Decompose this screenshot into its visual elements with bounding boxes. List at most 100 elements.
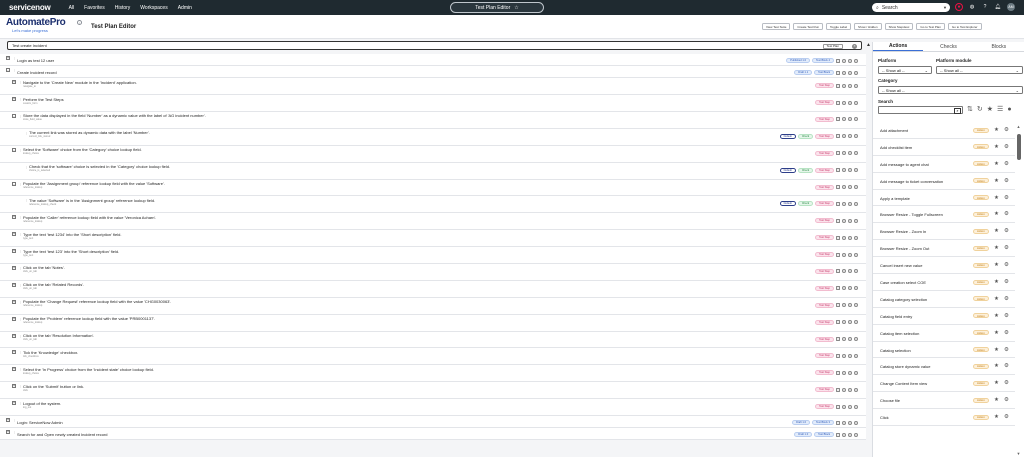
drag-handle-icon[interactable]: ⋮ [13, 418, 16, 422]
star-icon[interactable]: ★ [994, 211, 999, 217]
star-icon[interactable]: ★ [994, 414, 999, 420]
show-hidden-button[interactable]: Show / Hidden [854, 23, 882, 30]
drag-handle-icon[interactable]: ⋮ [19, 182, 22, 186]
delete-icon[interactable] [854, 168, 858, 173]
triangle-up-icon[interactable]: ▲ [866, 42, 871, 48]
gear-icon[interactable]: ⚙ [1004, 279, 1009, 285]
gear-icon[interactable]: ⚙ [1004, 228, 1009, 234]
expand-icon[interactable]: + [12, 333, 16, 338]
delete-icon[interactable] [854, 387, 858, 392]
action-list-item[interactable]: Catalog item selection Action ★ ⚙ [873, 325, 1015, 342]
drag-handle-icon[interactable]: ⋮ [13, 430, 16, 434]
delete-icon[interactable] [854, 337, 858, 342]
test-step-row[interactable]: + ⋮ Click on the 'Submit' button or link. c… [0, 382, 866, 400]
comment-icon[interactable] [848, 420, 852, 425]
delete-icon[interactable] [854, 117, 858, 122]
comment-icon[interactable] [848, 353, 852, 358]
edit-icon[interactable] [836, 286, 840, 291]
chevron-down-icon[interactable]: ▼ [943, 5, 947, 10]
test-step-row[interactable]: - ⋮ Select the 'Software' choice from the … [0, 145, 866, 163]
star-icon[interactable]: ★ [994, 195, 999, 201]
test-block-row[interactable]: + ⋮ Search for and Open newly created Inci… [0, 428, 866, 441]
expand-icon[interactable]: + [6, 56, 10, 60]
drag-handle-icon[interactable]: ⋮ [19, 367, 22, 371]
check-row[interactable]: ⋮ Check that the 'software' choice is sel… [0, 162, 866, 180]
copy-icon[interactable] [842, 218, 846, 223]
comment-icon[interactable] [848, 387, 852, 392]
action-list-item[interactable]: Cancel insert new value Action ★ ⚙ [873, 257, 1015, 275]
star-icon[interactable]: ★ [994, 313, 999, 319]
gear-icon[interactable]: ⚙ [1004, 178, 1009, 184]
copy-icon[interactable] [842, 201, 846, 206]
delete-icon[interactable] [854, 218, 858, 223]
copy-icon[interactable] [842, 100, 846, 105]
action-list-item[interactable]: Add message to ticket conversation Action… [873, 173, 1015, 190]
global-search[interactable]: ⌕ Search ▼ [872, 3, 950, 12]
notification-icon[interactable]: 🔔︎ [994, 3, 1002, 11]
delete-icon[interactable] [854, 320, 858, 325]
gear-icon[interactable]: ⚙ [1004, 144, 1009, 150]
star-icon[interactable]: ★ [994, 380, 999, 386]
gear-icon[interactable]: ⚙ [1004, 127, 1009, 133]
gear-icon[interactable]: ⚙ [1004, 330, 1009, 336]
test-step-row[interactable]: + ⋮ Populate the 'Change Request' referenc… [0, 297, 866, 315]
copy-icon[interactable] [842, 286, 846, 291]
drag-handle-icon[interactable]: ⋮ [19, 300, 22, 304]
comment-icon[interactable] [848, 235, 852, 240]
test-step-row[interactable]: + ⋮ Populate the 'Caller' reference lookup… [0, 213, 866, 231]
star-icon[interactable]: ★ [994, 245, 999, 251]
drag-handle-icon[interactable]: ⋮ [25, 165, 28, 169]
drag-handle-icon[interactable]: ⋮ [19, 249, 22, 253]
create-test-run-button[interactable]: Create Test Run [793, 23, 824, 30]
test-block-row[interactable]: + ⋮ Login as test 12 user Published 1.0 Test… [0, 54, 866, 67]
copy-icon[interactable] [842, 70, 846, 75]
copy-icon[interactable] [842, 303, 846, 308]
toggle-label-button[interactable]: Toggle Label [826, 23, 852, 30]
edit-icon[interactable] [836, 303, 840, 308]
delete-icon[interactable] [854, 151, 858, 156]
star-icon[interactable]: ★ [994, 262, 999, 268]
comment-icon[interactable] [848, 252, 852, 257]
test-step-row[interactable]: + ⋮ Select the 'In Progress' choice from t… [0, 365, 866, 383]
delete-icon[interactable] [854, 404, 858, 409]
sort-icon[interactable]: ⇅ [967, 105, 973, 113]
copy-icon[interactable] [842, 337, 846, 342]
avatar[interactable]: AM [1007, 3, 1015, 11]
star-icon[interactable]: ★ [994, 161, 999, 167]
copy-icon[interactable] [842, 404, 846, 409]
delete-icon[interactable] [854, 70, 858, 75]
action-list-item[interactable]: Add message to agent chat Action ★ ⚙ [873, 156, 1015, 173]
edit-icon[interactable] [836, 100, 840, 105]
comment-icon[interactable] [848, 70, 852, 75]
expand-icon[interactable]: + [6, 418, 10, 422]
action-list-item[interactable]: Catalog category selection Action ★ ⚙ [873, 291, 1015, 308]
test-step-row[interactable]: + ⋮ Tick the 'Knowledge' checkbox. tick_che… [0, 348, 866, 366]
edit-icon[interactable] [836, 70, 840, 75]
comment-icon[interactable] [848, 117, 852, 122]
tab-actions[interactable]: Actions [873, 42, 924, 51]
copy-icon[interactable] [842, 353, 846, 358]
edit-icon[interactable] [836, 353, 840, 358]
action-list-item[interactable]: Browser Resize - Zoom In Action ★ ⚙ [873, 223, 1015, 241]
comment-icon[interactable] [848, 168, 852, 173]
comment-icon[interactable] [848, 432, 852, 437]
scroll-down-icon[interactable]: ▼ [1017, 451, 1021, 456]
refresh-icon[interactable]: ↻ [977, 105, 983, 113]
gear-icon[interactable]: ⚙ [1004, 262, 1009, 268]
go-to-test-explorer-button[interactable]: Go to Test Explorer [947, 23, 982, 30]
test-step-row[interactable]: + ⋮ Populate the 'Problem' reference looku… [0, 314, 866, 332]
copy-icon[interactable] [842, 83, 846, 88]
expand-icon[interactable]: + [6, 430, 10, 435]
actions-scrollbar[interactable]: ▲ ▼ [1016, 122, 1022, 457]
action-list-item[interactable]: Browser Resize - Toggle Fullscreen Action… [873, 206, 1015, 224]
action-list-item[interactable]: Catalog selection Action ★ ⚙ [873, 342, 1015, 359]
star-icon[interactable]: ★ [994, 330, 999, 336]
expand-icon[interactable]: + [12, 384, 16, 389]
copy-icon[interactable] [842, 235, 846, 240]
edit-icon[interactable] [836, 252, 840, 257]
delete-icon[interactable] [854, 286, 858, 291]
edit-icon[interactable] [836, 370, 840, 375]
edit-icon[interactable] [836, 218, 840, 223]
delete-icon[interactable] [854, 432, 858, 437]
expand-icon[interactable]: + [12, 249, 16, 254]
